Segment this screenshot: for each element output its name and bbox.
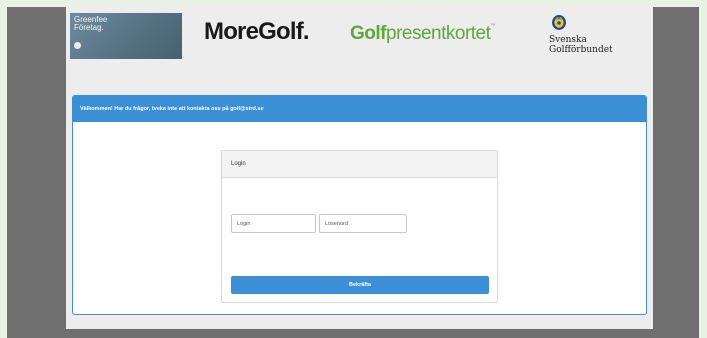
- greenfee-logo-line2: Företag.: [74, 23, 104, 32]
- greenfee-mark-icon: [74, 42, 81, 49]
- crown-crest-icon: [552, 15, 566, 30]
- password-input[interactable]: [319, 214, 407, 233]
- golfpresentkortet-logo: Golfpresentkortet™: [350, 23, 495, 45]
- login-card-header: Login: [222, 151, 497, 178]
- login-card-title: Login: [231, 161, 246, 167]
- login-card: Login Bekräfta: [221, 150, 498, 303]
- welcome-banner: Välkommen! Har du frågor, tveka inte att…: [73, 96, 646, 122]
- welcome-text: Välkommen! Har du frågor, tveka inte att…: [80, 106, 264, 112]
- main-panel: Välkommen! Har du frågor, tveka inte att…: [72, 95, 647, 315]
- presentkort-logo-rest: presentkortet: [386, 23, 491, 44]
- confirm-button[interactable]: Bekräfta: [231, 276, 489, 294]
- trademark-symbol: ™: [490, 23, 495, 29]
- username-input[interactable]: [231, 214, 316, 233]
- svenska-golfforbundet-logo: Svenska Golfförbundet: [549, 35, 613, 55]
- moregolf-logo: MoreGolf.: [204, 18, 310, 45]
- greenfee-foretag-logo: Greenfee Företag.: [70, 13, 182, 59]
- sgf-logo-line1: Svenska: [549, 35, 587, 45]
- presentkort-logo-bold: Golf: [350, 23, 387, 44]
- sgf-logo-line2: Golfförbundet: [549, 45, 613, 55]
